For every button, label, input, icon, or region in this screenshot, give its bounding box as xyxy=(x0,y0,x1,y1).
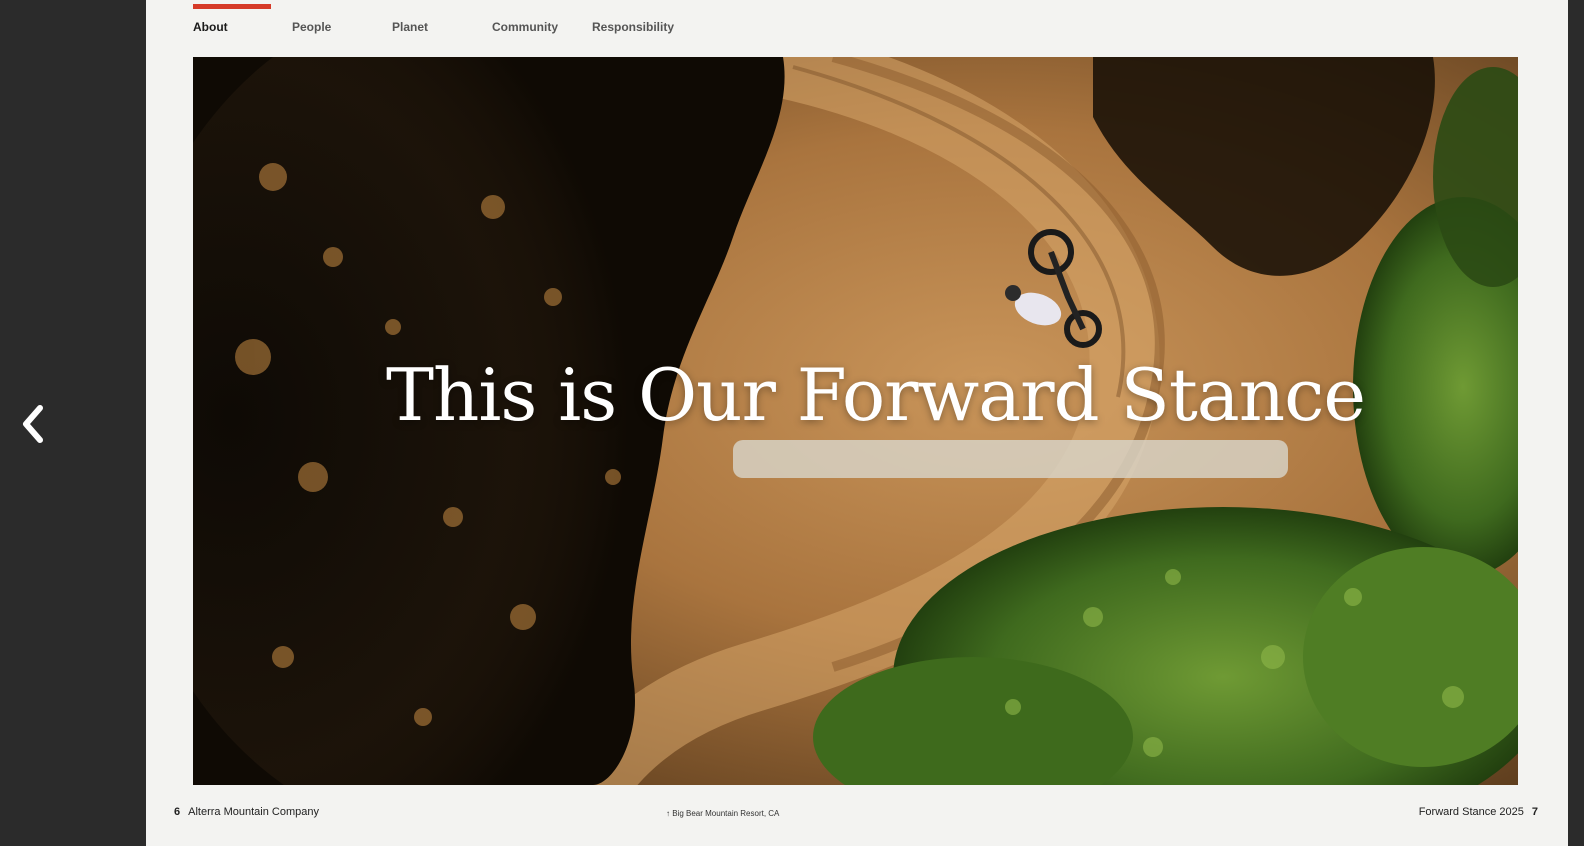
document-viewer: About People Planet Community Responsibi… xyxy=(0,0,1584,846)
nav-active-indicator xyxy=(193,4,271,9)
footer-left: 6 Alterra Mountain Company xyxy=(174,806,319,818)
page-footer: 6 Alterra Mountain Company ↑ Big Bear Mou… xyxy=(146,796,1568,826)
nav-item-community[interactable]: Community xyxy=(492,20,558,34)
footer-report-title: Forward Stance 2025 xyxy=(1418,806,1524,818)
previous-page-button[interactable] xyxy=(12,396,56,452)
nav-item-responsibility[interactable]: Responsibility xyxy=(592,20,674,34)
footer-right: Forward Stance 2025 7 xyxy=(1419,806,1538,818)
page-number-right: 7 xyxy=(1531,806,1538,818)
hero-headline: This is Our Forward Stance xyxy=(385,353,1366,437)
nav-item-people[interactable]: People xyxy=(292,20,331,34)
hero-image: This is Our Forward Stance xyxy=(193,57,1518,785)
spread-page: About People Planet Community Responsibi… xyxy=(146,0,1568,846)
viewer-right-edge xyxy=(1568,0,1584,846)
page-number-left: 6 xyxy=(174,806,181,818)
section-nav: About People Planet Community Responsibi… xyxy=(146,0,1568,56)
nav-item-planet[interactable]: Planet xyxy=(392,20,428,34)
chevron-left-icon xyxy=(23,405,43,443)
photo-caption: ↑ Big Bear Mountain Resort, CA xyxy=(666,809,780,818)
nav-item-about[interactable]: About xyxy=(193,20,228,34)
footer-company-name: Alterra Mountain Company xyxy=(188,806,319,818)
